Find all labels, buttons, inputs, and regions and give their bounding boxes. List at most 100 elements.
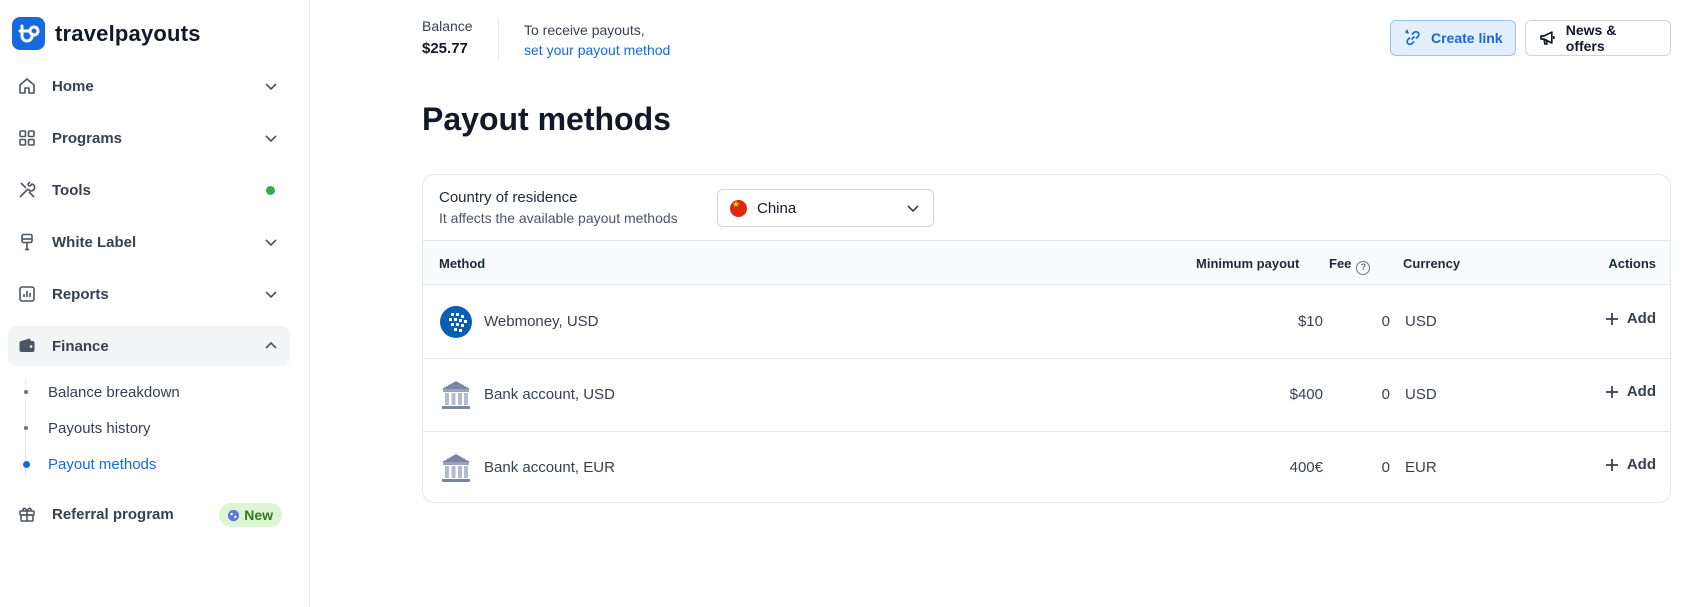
plus-icon bbox=[1605, 458, 1618, 471]
main-nav: Home Programs Tools White Label Reports … bbox=[8, 66, 290, 546]
table-row: Webmoney, USD $10 0 USD Add bbox=[423, 286, 1670, 359]
sidebar-item-white-label[interactable]: White Label bbox=[8, 222, 290, 262]
finance-subnav: Balance breakdown Payouts history Payout… bbox=[8, 374, 290, 482]
sidebar-item-referral-program[interactable]: Referral program New bbox=[8, 494, 290, 534]
country-select[interactable]: China bbox=[717, 189, 934, 227]
add-button[interactable]: Add bbox=[1605, 456, 1656, 473]
header-fee-label: Fee bbox=[1329, 256, 1352, 271]
plus-icon bbox=[1605, 312, 1618, 325]
method-name: Bank account, EUR bbox=[484, 459, 615, 476]
payout-methods-card: Country of residence It affects the avai… bbox=[422, 174, 1671, 503]
question-icon[interactable]: ? bbox=[1356, 261, 1371, 275]
set-payout-method-link[interactable]: set your payout method bbox=[524, 40, 670, 60]
travelpayouts-logo-icon bbox=[12, 17, 45, 50]
payout-note-text: To receive payouts, bbox=[524, 22, 645, 38]
logo[interactable]: travelpayouts bbox=[12, 17, 201, 50]
sidebar-subitem-payouts-history[interactable]: Payouts history bbox=[24, 410, 290, 446]
app: travelpayouts Home Programs Tools White … bbox=[0, 0, 1695, 607]
header-currency: Currency bbox=[1403, 256, 1461, 271]
sidebar-item-label: Programs bbox=[52, 129, 123, 147]
add-label: Add bbox=[1626, 310, 1656, 327]
grid-icon bbox=[16, 127, 38, 149]
sidebar-item-label: Reports bbox=[52, 285, 109, 303]
bank-icon bbox=[442, 381, 470, 409]
brush-icon bbox=[16, 231, 38, 253]
link-icon bbox=[1405, 29, 1420, 46]
sidebar-item-label: Finance bbox=[52, 337, 109, 355]
chevron-down-icon bbox=[265, 239, 277, 247]
badge-icon bbox=[228, 509, 240, 521]
fee: 0 bbox=[1381, 386, 1390, 403]
bullet bbox=[23, 461, 30, 468]
wallet-icon bbox=[16, 335, 38, 357]
table-row: Bank account, EUR 400€ 0 EUR Add bbox=[423, 432, 1670, 502]
webmoney-icon bbox=[440, 306, 472, 338]
payout-note: To receive payouts, set your payout meth… bbox=[524, 20, 670, 60]
sidebar-item-finance[interactable]: Finance bbox=[8, 326, 290, 366]
tools-icon bbox=[16, 179, 38, 201]
sidebar-item-reports[interactable]: Reports bbox=[8, 274, 290, 314]
badge-label: New bbox=[244, 507, 273, 523]
sidebar-subitem-label: Payouts history bbox=[48, 419, 151, 437]
minimum-payout: $400 bbox=[1289, 386, 1323, 403]
divider bbox=[498, 18, 499, 60]
sidebar-subitem-label: Balance breakdown bbox=[48, 383, 180, 401]
sidebar-item-label: Home bbox=[52, 77, 94, 95]
create-link-label: Create link bbox=[1431, 30, 1503, 46]
sidebar-item-tools[interactable]: Tools bbox=[8, 170, 290, 210]
header-method: Method bbox=[439, 256, 486, 271]
sidebar-item-label: White Label bbox=[52, 233, 137, 251]
bullet bbox=[24, 390, 28, 394]
news-offers-label: News & offers bbox=[1565, 22, 1617, 54]
minimum-payout: $10 bbox=[1297, 313, 1323, 330]
country-title: Country of residence bbox=[439, 189, 578, 206]
sidebar: travelpayouts Home Programs Tools White … bbox=[0, 0, 310, 607]
home-icon bbox=[16, 75, 38, 97]
add-button[interactable]: Add bbox=[1605, 383, 1656, 400]
news-offers-button[interactable]: News & offers bbox=[1525, 20, 1671, 56]
header-minimum-payout: Minimum payout bbox=[1196, 256, 1300, 271]
chevron-down-icon bbox=[907, 205, 919, 213]
megaphone-icon bbox=[1540, 31, 1555, 45]
balance-label: Balance bbox=[422, 18, 473, 34]
add-label: Add bbox=[1626, 383, 1656, 400]
chevron-up-icon bbox=[265, 341, 277, 349]
table-header: Method Minimum payout Fee? Currency Acti… bbox=[423, 240, 1670, 285]
method-name: Webmoney, USD bbox=[484, 313, 599, 330]
minimum-payout: 400€ bbox=[1289, 459, 1323, 476]
brand-name: travelpayouts bbox=[55, 20, 201, 46]
sidebar-item-home[interactable]: Home bbox=[8, 66, 290, 106]
country-info: Country of residence It affects the avai… bbox=[439, 189, 678, 226]
page-title: Payout methods bbox=[422, 101, 671, 137]
country-select-value: China bbox=[757, 199, 797, 217]
fee: 0 bbox=[1381, 313, 1390, 330]
country-subtitle: It affects the available payout methods bbox=[439, 210, 678, 226]
gift-icon bbox=[16, 503, 38, 525]
fee: 0 bbox=[1381, 459, 1390, 476]
chevron-down-icon bbox=[265, 135, 277, 143]
currency: EUR bbox=[1405, 459, 1437, 476]
header-actions: Actions bbox=[1608, 256, 1656, 271]
sidebar-item-label: Referral program bbox=[52, 505, 174, 523]
sidebar-item-label: Tools bbox=[52, 181, 91, 199]
bullet bbox=[24, 426, 28, 430]
china-flag-icon bbox=[730, 199, 747, 217]
balance: Balance $25.77 bbox=[422, 18, 473, 57]
chart-icon bbox=[16, 283, 38, 305]
method-name: Bank account, USD bbox=[484, 386, 615, 403]
currency: USD bbox=[1405, 313, 1437, 330]
chevron-down-icon bbox=[265, 291, 277, 299]
create-link-button[interactable]: Create link bbox=[1390, 20, 1516, 56]
chevron-down-icon bbox=[265, 83, 277, 91]
sidebar-subitem-balance-breakdown[interactable]: Balance breakdown bbox=[24, 374, 290, 410]
add-label: Add bbox=[1626, 456, 1656, 473]
add-button[interactable]: Add bbox=[1605, 310, 1656, 327]
sidebar-subitem-label: Payout methods bbox=[48, 455, 157, 473]
plus-icon bbox=[1605, 385, 1618, 398]
currency: USD bbox=[1405, 386, 1437, 403]
balance-value: $25.77 bbox=[422, 40, 468, 57]
bank-icon bbox=[442, 454, 470, 482]
sidebar-subitem-payout-methods[interactable]: Payout methods bbox=[23, 446, 290, 482]
sidebar-item-programs[interactable]: Programs bbox=[8, 118, 290, 158]
header-fee: Fee? bbox=[1329, 256, 1371, 275]
